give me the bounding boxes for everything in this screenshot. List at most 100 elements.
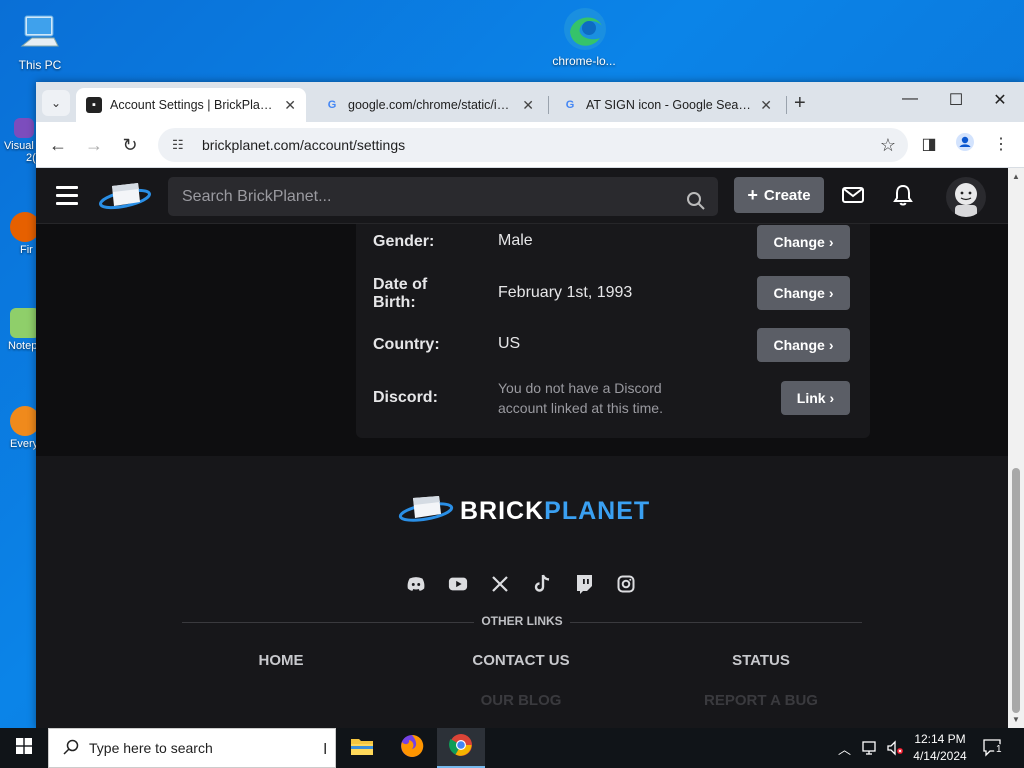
instagram-icon[interactable] bbox=[616, 574, 636, 594]
chrome-icon bbox=[449, 733, 473, 762]
close-window-button[interactable]: ✕ bbox=[978, 90, 1022, 110]
footer-link-contact-us[interactable]: CONTACT US bbox=[441, 652, 601, 669]
visual-label-2: 2( bbox=[26, 152, 36, 164]
show-hidden-icons-button[interactable]: ︿ bbox=[838, 728, 851, 768]
notifications-button[interactable] bbox=[888, 182, 918, 212]
chrome-menu-button[interactable]: ⋮ bbox=[988, 132, 1014, 158]
footer-brand[interactable]: BRICKPLANET bbox=[398, 494, 650, 529]
this-pc-label: This PC bbox=[18, 58, 62, 72]
folder-icon bbox=[350, 736, 374, 761]
notepad-desktop-icon[interactable]: Notep bbox=[0, 308, 36, 352]
visual-label: Visual bbox=[4, 140, 34, 152]
tab-google-chrome-static[interactable]: G google.com/chrome/static/im... ✕ bbox=[314, 88, 544, 122]
youtube-icon[interactable] bbox=[448, 574, 468, 594]
page-scrollbar[interactable]: ▲ ▼ bbox=[1008, 168, 1024, 728]
volume-muted-tray-icon[interactable] bbox=[886, 728, 904, 768]
tab-search-button[interactable]: ⌄ bbox=[42, 90, 70, 116]
change-country-button[interactable]: Change › bbox=[757, 328, 850, 362]
change-dob-label: Change bbox=[773, 285, 825, 301]
search-icon[interactable] bbox=[686, 187, 706, 226]
avatar[interactable] bbox=[946, 177, 986, 217]
country-value: US bbox=[498, 335, 521, 352]
firefox-icon bbox=[400, 734, 424, 763]
everything-icon bbox=[10, 406, 36, 436]
brickplanet-logo-icon bbox=[398, 494, 454, 529]
brickplanet-logo-icon[interactable] bbox=[98, 180, 152, 217]
action-center-button[interactable]: 1 bbox=[982, 728, 1004, 768]
social-links bbox=[406, 574, 636, 594]
change-gender-label: Change bbox=[773, 234, 825, 250]
tiktok-icon[interactable] bbox=[532, 574, 552, 594]
change-country-label: Change bbox=[773, 337, 825, 353]
firefox-taskbar-button[interactable] bbox=[388, 728, 436, 768]
change-gender-button[interactable]: Change › bbox=[757, 225, 850, 259]
x-icon[interactable] bbox=[490, 574, 510, 594]
taskbar-search-box[interactable]: Type here to search I bbox=[48, 728, 336, 768]
footer-link-our-blog[interactable]: OUR BLOG bbox=[441, 692, 601, 709]
clock-date: 4/14/2024 bbox=[913, 749, 967, 763]
clock-time: 12:14 PM bbox=[914, 732, 966, 746]
date-of-birth-value: February 1st, 1993 bbox=[498, 284, 633, 301]
side-panel-button[interactable]: ◨ bbox=[916, 132, 942, 158]
twitch-icon[interactable] bbox=[574, 574, 594, 594]
start-button[interactable] bbox=[0, 728, 48, 768]
other-links-divider: OTHER LINKS bbox=[182, 614, 862, 630]
gender-label: Gender: bbox=[373, 233, 435, 250]
reload-button[interactable]: ↻ bbox=[117, 132, 143, 158]
chrome-desktop-icon[interactable]: chrome-lo... bbox=[546, 6, 622, 68]
address-bar[interactable]: ☷ brickplanet.com/account/settings ☆ bbox=[158, 128, 908, 162]
file-explorer-taskbar-button[interactable] bbox=[338, 728, 386, 768]
new-tab-button[interactable]: + bbox=[794, 92, 806, 115]
site-info-icon[interactable]: ☷ bbox=[172, 137, 188, 153]
windows-logo-icon bbox=[16, 737, 32, 759]
scroll-up-icon[interactable]: ▲ bbox=[1012, 172, 1020, 181]
tab-strip: ⌄ ▪ Account Settings | BrickPlanet ✕ G g… bbox=[36, 82, 1024, 122]
browser-toolbar: ← → ↻ ☷ brickplanet.com/account/settings… bbox=[36, 122, 1024, 168]
minimize-button[interactable]: — bbox=[888, 90, 932, 108]
forward-button[interactable]: → bbox=[81, 132, 107, 158]
close-tab-icon[interactable]: ✕ bbox=[284, 97, 296, 114]
site-search-input[interactable]: Search BrickPlanet... bbox=[168, 177, 718, 216]
hamburger-menu-icon[interactable] bbox=[56, 186, 78, 205]
search-icon bbox=[63, 739, 79, 758]
close-tab-icon[interactable]: ✕ bbox=[760, 97, 772, 114]
everything-desktop-icon[interactable]: Every bbox=[0, 406, 36, 450]
chevron-right-icon: › bbox=[828, 234, 834, 250]
brand-planet: PLANET bbox=[544, 497, 651, 525]
back-button[interactable]: ← bbox=[45, 132, 71, 158]
close-tab-icon[interactable]: ✕ bbox=[522, 97, 534, 114]
create-label: Create bbox=[763, 186, 811, 204]
scroll-down-icon[interactable]: ▼ bbox=[1012, 715, 1020, 724]
maximize-button[interactable]: ☐ bbox=[934, 90, 978, 110]
network-tray-icon[interactable] bbox=[862, 728, 880, 768]
visual-studio-icon bbox=[14, 118, 34, 138]
footer-link-report-a-bug[interactable]: REPORT A BUG bbox=[681, 692, 841, 709]
taskbar-clock[interactable]: 12:14 PM 4/14/2024 bbox=[906, 731, 974, 765]
profile-button[interactable] bbox=[952, 132, 978, 158]
tab-title: AT SIGN icon - Google Search bbox=[586, 98, 753, 112]
messages-button[interactable] bbox=[838, 182, 868, 212]
date-of-birth-label: Date of Birth: bbox=[373, 276, 428, 311]
tab-separator bbox=[786, 96, 787, 114]
footer-link-status[interactable]: STATUS bbox=[681, 652, 841, 669]
discord-icon[interactable] bbox=[406, 574, 426, 594]
browser-window: ⌄ ▪ Account Settings | BrickPlanet ✕ G g… bbox=[36, 82, 1024, 728]
firefox-desktop-icon[interactable]: Fir bbox=[0, 212, 36, 256]
google-favicon-icon: G bbox=[327, 99, 337, 111]
footer-link-home[interactable]: HOME bbox=[201, 652, 361, 669]
taskbar: Type here to search I ︿ 12:14 PM 4/14/20… bbox=[0, 728, 1024, 768]
discord-value: You do not have a Discord account linked… bbox=[498, 380, 663, 416]
change-date-of-birth-button[interactable]: Change › bbox=[757, 276, 850, 310]
scrollbar-thumb[interactable] bbox=[1012, 468, 1020, 713]
bookmark-star-icon[interactable]: ☆ bbox=[880, 135, 896, 156]
gender-value: Male bbox=[498, 232, 533, 249]
chevron-right-icon: › bbox=[828, 285, 834, 301]
tab-account-settings[interactable]: ▪ Account Settings | BrickPlanet ✕ bbox=[76, 88, 306, 122]
side-panel-icon: ◨ bbox=[921, 136, 937, 153]
this-pc-desktop-icon[interactable]: This PC bbox=[2, 10, 78, 72]
create-button[interactable]: + Create bbox=[734, 177, 824, 213]
chrome-taskbar-button[interactable] bbox=[437, 728, 485, 768]
link-discord-button[interactable]: Link › bbox=[781, 381, 850, 415]
tab-at-sign-search[interactable]: G AT SIGN icon - Google Search ✕ bbox=[552, 88, 782, 122]
visual-studio-desktop-icon[interactable]: Visual 2( bbox=[0, 118, 36, 164]
